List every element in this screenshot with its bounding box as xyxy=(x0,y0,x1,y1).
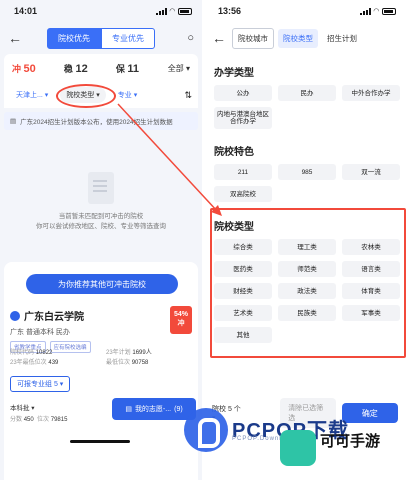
option-public[interactable]: 公办 xyxy=(214,85,272,101)
option-211[interactable]: 211 xyxy=(214,164,272,180)
priority-toggle: 院校优先 专业优先 xyxy=(30,27,172,49)
tab-enrollment-plan[interactable]: 招生计划 xyxy=(322,29,362,48)
tab-major-priority[interactable]: 专业优先 xyxy=(101,27,155,49)
tab-school-priority[interactable]: 院校优先 xyxy=(47,27,101,49)
top-nav: ← 院校优先 专业优先 ○ xyxy=(0,22,202,54)
list-icon: ▤ xyxy=(125,406,132,413)
left-screen: 14:01 ◠ ← 院校优先 专业优先 ○ 冲 50 稳 12 保 11 全部 … xyxy=(0,0,202,480)
score-rank: 分数 450 位次 79815 xyxy=(10,417,68,423)
recommend-button[interactable]: 为你推荐其他可冲击院校 xyxy=(26,274,178,294)
option-private[interactable]: 民办 xyxy=(278,85,336,101)
section-ownership: 办学类型 公办 民办 中外合作办学 内地与港澳台地区合作办学 xyxy=(204,64,406,129)
all-dropdown[interactable]: 全部 ▾ xyxy=(168,63,190,74)
watermark: PCPOP下载 PCPOP.Download 可可手游 xyxy=(184,400,406,480)
highlight-box xyxy=(210,208,406,358)
option-double-first-class[interactable]: 双一流 xyxy=(342,164,400,180)
school-card: 为你推荐其他可冲击院校 广东白云学院 广东 普通本科 民办 省教学重点 应有院校… xyxy=(4,262,198,480)
sort-icon[interactable]: ⇅ xyxy=(184,90,192,101)
tab-safe[interactable]: 保 11 xyxy=(116,62,168,75)
wifi-icon: ◠ xyxy=(169,8,175,15)
empty-document-icon xyxy=(88,172,114,204)
app-icon xyxy=(280,430,316,466)
section-features: 院校特色 211 985 双一流 双高院校 xyxy=(204,143,406,202)
status-bar: 13:56 ◠ xyxy=(204,0,406,22)
home-indicator xyxy=(70,440,130,443)
tab-reach[interactable]: 冲 50 xyxy=(12,62,64,75)
signal-icon xyxy=(359,7,371,15)
option-double-high[interactable]: 双高院校 xyxy=(214,186,272,202)
status-time: 14:01 xyxy=(14,6,38,16)
signal-icon xyxy=(155,7,167,15)
battery-icon xyxy=(382,7,396,15)
highlight-oval xyxy=(56,84,116,108)
major-filter[interactable]: 专业 ▾ xyxy=(111,87,144,103)
admission-probability-badge: 54% 冲 xyxy=(170,306,192,334)
option-sino-foreign[interactable]: 中外合作办学 xyxy=(342,85,400,101)
option-hk-macau-taiwan[interactable]: 内地与港澳台地区合作办学 xyxy=(214,107,272,129)
tab-match[interactable]: 稳 12 xyxy=(64,62,116,75)
filter-tabs: ← 院校城市 院校类型 招生计划 xyxy=(204,22,406,54)
back-arrow-icon[interactable]: ← xyxy=(8,30,24,46)
notice-icon: ▤ xyxy=(10,118,17,125)
school-name[interactable]: 广东白云学院 xyxy=(24,308,84,323)
search-icon[interactable]: ○ xyxy=(178,32,194,44)
back-arrow-icon[interactable]: ← xyxy=(212,30,228,46)
wifi-icon: ◠ xyxy=(373,8,379,15)
status-bar: 14:01 ◠ xyxy=(0,0,202,22)
school-stats: 院校代码 10822 23年计划 1699人 23年最低位次 439 最低位次 … xyxy=(10,350,152,366)
tab-school-city[interactable]: 院校城市 xyxy=(232,27,274,49)
option-985[interactable]: 985 xyxy=(278,164,336,180)
tab-school-type[interactable]: 院校类型 xyxy=(278,28,318,48)
major-groups-button[interactable]: 可报专业组 5 ▾ xyxy=(10,376,71,392)
region-filter[interactable]: 天津上... ▾ xyxy=(10,87,55,103)
battery-icon xyxy=(178,7,192,15)
risk-tabs: 冲 50 稳 12 保 11 全部 ▾ xyxy=(4,54,198,82)
status-time: 13:56 xyxy=(218,6,242,16)
empty-state: 当前暂未匹配到可冲击的院校 你可以尝试修改地区、院校、专业等筛选查询 xyxy=(4,158,198,232)
batch-dropdown[interactable]: 本科批 ▾ xyxy=(10,402,35,412)
school-logo-icon xyxy=(10,310,20,321)
school-sub: 广东 普通本科 民办 xyxy=(10,329,70,336)
pcpop-logo-icon xyxy=(184,408,228,452)
notice-bar: ▤ 广东2024招生计划版本公布，使用2024招生计划数据 xyxy=(4,112,198,130)
